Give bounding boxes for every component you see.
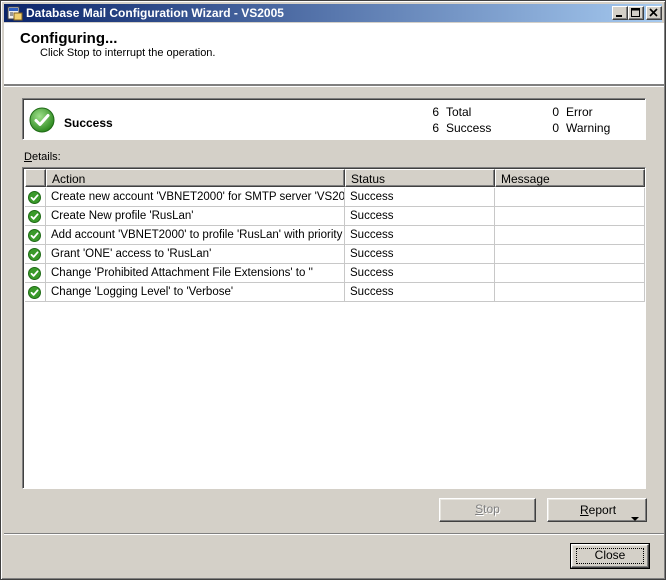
details-mnemonic: D bbox=[24, 151, 32, 163]
row-status-cell bbox=[25, 226, 46, 245]
report-mnemonic: R bbox=[580, 503, 589, 517]
error-stat: 0 Error bbox=[547, 105, 593, 119]
summary-status: Success bbox=[64, 116, 113, 130]
row-status-cell bbox=[25, 245, 46, 264]
details-label: Details: bbox=[24, 151, 61, 163]
app-icon bbox=[7, 5, 23, 21]
details-grid[interactable]: Action Status Message Create new account… bbox=[22, 167, 646, 489]
total-stat: 6 Total bbox=[427, 105, 471, 119]
status-cell: Success bbox=[345, 188, 495, 207]
success-check-icon bbox=[28, 267, 41, 280]
success-check-icon bbox=[29, 107, 55, 133]
report-label-rest: eport bbox=[588, 503, 617, 517]
action-cell: Grant 'ONE' access to 'RusLan' bbox=[46, 245, 345, 264]
total-label: Total bbox=[446, 105, 472, 119]
message-cell bbox=[495, 245, 645, 264]
status-cell: Success bbox=[345, 207, 495, 226]
message-cell bbox=[495, 188, 645, 207]
status-cell: Success bbox=[345, 226, 495, 245]
message-cell bbox=[495, 264, 645, 283]
focus-rectangle bbox=[576, 548, 644, 564]
page-title: Configuring... bbox=[20, 30, 118, 47]
success-check-icon bbox=[28, 210, 41, 223]
grid-header: Action Status Message bbox=[25, 169, 645, 187]
message-cell bbox=[495, 283, 645, 302]
total-count: 6 bbox=[432, 105, 439, 119]
report-button[interactable]: Report bbox=[547, 498, 647, 522]
footer-divider bbox=[4, 533, 664, 535]
error-count: 0 bbox=[552, 105, 559, 119]
table-row[interactable]: Create New profile 'RusLan' Success bbox=[25, 207, 645, 226]
success-check-icon bbox=[28, 286, 41, 299]
minimize-icon bbox=[616, 15, 622, 17]
stop-label-rest: top bbox=[483, 502, 500, 516]
row-status-cell bbox=[25, 207, 46, 226]
error-label: Error bbox=[566, 105, 593, 119]
stop-button[interactable]: Stop bbox=[439, 498, 536, 522]
warning-label: Warning bbox=[566, 121, 611, 135]
summary-panel: Success 6 Total 6 Success 0 Error 0 Warning bbox=[22, 98, 646, 140]
close-button[interactable]: Close bbox=[570, 543, 650, 569]
success-check-icon bbox=[28, 248, 41, 261]
icon-column-header[interactable] bbox=[25, 169, 46, 187]
details-label-rest: etails: bbox=[31, 151, 61, 163]
success-check-icon bbox=[28, 229, 41, 242]
action-cell: Add account 'VBNET2000' to profile 'RusL… bbox=[46, 226, 345, 245]
maximize-icon bbox=[631, 8, 640, 17]
page-subtitle: Click Stop to interrupt the operation. bbox=[40, 47, 216, 59]
dropdown-arrow-icon bbox=[631, 508, 639, 528]
status-cell: Success bbox=[345, 264, 495, 283]
warning-count: 0 bbox=[552, 121, 559, 135]
row-status-cell bbox=[25, 283, 46, 302]
message-cell bbox=[495, 226, 645, 245]
status-column-header[interactable]: Status bbox=[345, 169, 495, 187]
minimize-button[interactable] bbox=[612, 6, 628, 20]
success-count: 6 bbox=[432, 121, 439, 135]
wizard-header: Configuring... Click Stop to interrupt t… bbox=[4, 23, 664, 85]
wizard-window: Database Mail Configuration Wizard - VS2… bbox=[0, 0, 666, 580]
success-stat: 6 Success bbox=[427, 121, 491, 135]
close-icon bbox=[649, 8, 658, 17]
message-column-header[interactable]: Message bbox=[495, 169, 645, 187]
warning-stat: 0 Warning bbox=[547, 121, 610, 135]
action-column-header[interactable]: Action bbox=[46, 169, 345, 187]
header-divider bbox=[4, 85, 664, 87]
success-check-icon bbox=[28, 191, 41, 204]
row-status-cell bbox=[25, 188, 46, 207]
action-cell: Create new account 'VBNET2000' for SMTP … bbox=[46, 188, 345, 207]
status-cell: Success bbox=[345, 245, 495, 264]
success-label: Success bbox=[446, 121, 492, 135]
stop-mnemonic: S bbox=[475, 502, 484, 516]
maximize-button[interactable] bbox=[628, 6, 644, 20]
row-status-cell bbox=[25, 264, 46, 283]
window-title: Database Mail Configuration Wizard - VS2… bbox=[26, 6, 284, 20]
action-cell: Change 'Prohibited Attachment File Exten… bbox=[46, 264, 345, 283]
title-bar[interactable]: Database Mail Configuration Wizard - VS2… bbox=[4, 4, 662, 22]
table-row[interactable]: Add account 'VBNET2000' to profile 'RusL… bbox=[25, 226, 645, 245]
table-row[interactable]: Change 'Logging Level' to 'Verbose' Succe… bbox=[25, 283, 645, 302]
table-row[interactable]: Grant 'ONE' access to 'RusLan' Success bbox=[25, 245, 645, 264]
message-cell bbox=[495, 207, 645, 226]
close-window-button[interactable] bbox=[646, 6, 662, 20]
status-cell: Success bbox=[345, 283, 495, 302]
action-cell: Change 'Logging Level' to 'Verbose' bbox=[46, 283, 345, 302]
table-row[interactable]: Create new account 'VBNET2000' for SMTP … bbox=[25, 188, 645, 207]
report-label: Report bbox=[580, 500, 616, 520]
action-cell: Create New profile 'RusLan' bbox=[46, 207, 345, 226]
table-row[interactable]: Change 'Prohibited Attachment File Exten… bbox=[25, 264, 645, 283]
